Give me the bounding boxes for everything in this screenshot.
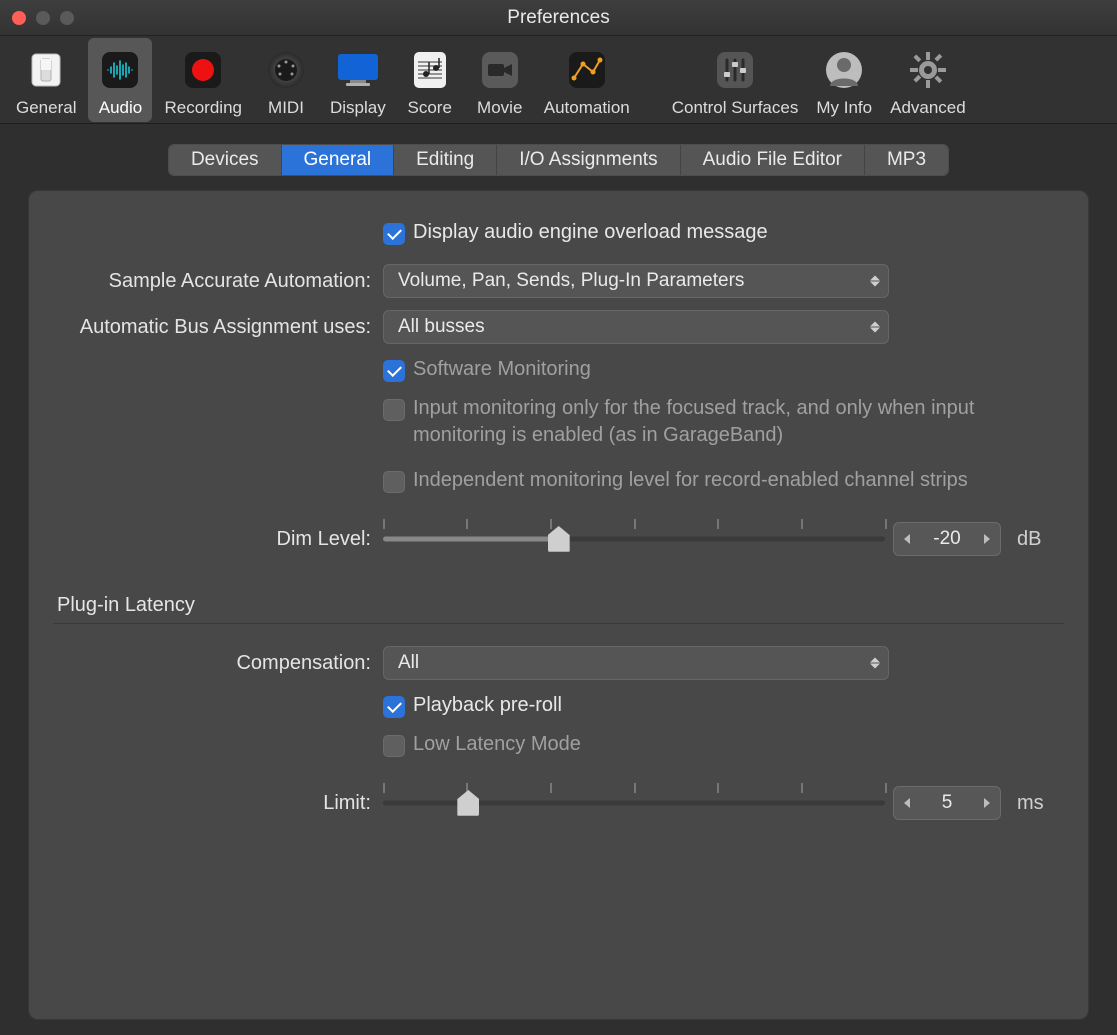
- person-silhouette-icon: [818, 44, 870, 96]
- tabs-container: Devices General Editing I/O Assignments …: [0, 124, 1117, 176]
- updown-arrows-icon: [870, 276, 880, 287]
- window-controls: [12, 11, 74, 25]
- toolbar-label: My Info: [816, 98, 872, 118]
- score-notes-icon: [404, 44, 456, 96]
- stepper-decrement[interactable]: [894, 523, 920, 555]
- limit-stepper[interactable]: 5: [893, 786, 1001, 820]
- toolbar-item-general[interactable]: General: [10, 38, 82, 122]
- toolbar-label: Automation: [544, 98, 630, 118]
- toolbar-label: Score: [408, 98, 452, 118]
- automatic-bus-assignment-label: Automatic Bus Assignment uses:: [53, 316, 383, 339]
- limit-slider[interactable]: [383, 789, 885, 817]
- popup-value: All: [398, 652, 419, 674]
- stepper-decrement[interactable]: [894, 787, 920, 819]
- software-monitoring-label: Software Monitoring: [413, 356, 591, 383]
- toolbar-item-movie[interactable]: Movie: [468, 38, 532, 122]
- toolbar-label: Recording: [164, 98, 242, 118]
- dim-level-slider[interactable]: [383, 525, 885, 553]
- toolbar-label: MIDI: [268, 98, 304, 118]
- audio-waveform-icon: [94, 44, 146, 96]
- stepper-increment[interactable]: [974, 787, 1000, 819]
- plugin-latency-section-title: Plug-in Latency: [57, 594, 1064, 617]
- toolbar-item-display[interactable]: Display: [324, 38, 392, 122]
- toolbar-item-audio[interactable]: Audio: [88, 38, 152, 122]
- input-monitoring-focused-label: Input monitoring only for the focused tr…: [413, 395, 1043, 449]
- dim-level-stepper[interactable]: -20: [893, 522, 1001, 556]
- movie-camera-icon: [474, 44, 526, 96]
- limit-unit: ms: [1017, 792, 1044, 815]
- sample-accurate-automation-label: Sample Accurate Automation:: [53, 270, 383, 293]
- tab-mp3[interactable]: MP3: [865, 145, 948, 175]
- gear-icon: [902, 44, 954, 96]
- sample-accurate-automation-popup[interactable]: Volume, Pan, Sends, Plug-In Parameters: [383, 264, 889, 298]
- low-latency-mode-label: Low Latency Mode: [413, 731, 581, 758]
- tab-editing[interactable]: Editing: [394, 145, 497, 175]
- window-title: Preferences: [0, 7, 1117, 29]
- audio-tabs: Devices General Editing I/O Assignments …: [168, 144, 949, 176]
- dim-level-value: -20: [920, 528, 974, 550]
- playback-preroll-checkbox[interactable]: [383, 696, 405, 718]
- updown-arrows-icon: [870, 658, 880, 669]
- limit-value: 5: [920, 792, 974, 814]
- popup-value: Volume, Pan, Sends, Plug-In Parameters: [398, 270, 744, 292]
- stepper-increment[interactable]: [974, 523, 1000, 555]
- tab-general[interactable]: General: [282, 145, 395, 175]
- light-switch-icon: [20, 44, 72, 96]
- toolbar-label: Audio: [99, 98, 142, 118]
- independent-monitoring-label: Independent monitoring level for record-…: [413, 467, 968, 494]
- toolbar-item-automation[interactable]: Automation: [538, 38, 636, 122]
- limit-label: Limit:: [53, 792, 383, 815]
- compensation-label: Compensation:: [53, 652, 383, 675]
- toolbar-item-advanced[interactable]: Advanced: [884, 38, 972, 122]
- toolbar-label: General: [16, 98, 76, 118]
- close-window-button[interactable]: [12, 11, 26, 25]
- popup-value: All busses: [398, 316, 485, 338]
- minimize-window-button[interactable]: [36, 11, 50, 25]
- titlebar: Preferences: [0, 0, 1117, 36]
- compensation-popup[interactable]: All: [383, 646, 889, 680]
- software-monitoring-checkbox[interactable]: [383, 360, 405, 382]
- settings-panel: Display audio engine overload message Sa…: [28, 190, 1089, 1020]
- preferences-toolbar: General Audio Recording MIDI Display Sco…: [0, 36, 1117, 124]
- tab-io-assignments[interactable]: I/O Assignments: [497, 145, 680, 175]
- toolbar-item-control-surfaces[interactable]: Control Surfaces: [666, 38, 805, 122]
- dim-level-label: Dim Level:: [53, 528, 383, 551]
- toolbar-label: Control Surfaces: [672, 98, 799, 118]
- dim-level-unit: dB: [1017, 528, 1041, 551]
- input-monitoring-focused-checkbox[interactable]: [383, 399, 405, 421]
- section-separator: [53, 623, 1064, 624]
- playback-preroll-label: Playback pre-roll: [413, 692, 562, 719]
- toolbar-item-score[interactable]: Score: [398, 38, 462, 122]
- midi-port-icon: [260, 44, 312, 96]
- display-overload-label: Display audio engine overload message: [413, 219, 768, 246]
- independent-monitoring-checkbox[interactable]: [383, 471, 405, 493]
- automation-curve-icon: [561, 44, 613, 96]
- tab-audio-file-editor[interactable]: Audio File Editor: [681, 145, 865, 175]
- toolbar-label: Advanced: [890, 98, 966, 118]
- display-monitor-icon: [332, 44, 384, 96]
- automatic-bus-assignment-popup[interactable]: All busses: [383, 310, 889, 344]
- updown-arrows-icon: [870, 322, 880, 333]
- toolbar-item-midi[interactable]: MIDI: [254, 38, 318, 122]
- faders-icon: [709, 44, 761, 96]
- toolbar-label: Display: [330, 98, 386, 118]
- low-latency-mode-checkbox[interactable]: [383, 735, 405, 757]
- toolbar-label: Movie: [477, 98, 522, 118]
- tab-devices[interactable]: Devices: [169, 145, 282, 175]
- display-overload-checkbox[interactable]: [383, 223, 405, 245]
- zoom-window-button[interactable]: [60, 11, 74, 25]
- toolbar-item-my-info[interactable]: My Info: [810, 38, 878, 122]
- record-icon: [177, 44, 229, 96]
- toolbar-item-recording[interactable]: Recording: [158, 38, 248, 122]
